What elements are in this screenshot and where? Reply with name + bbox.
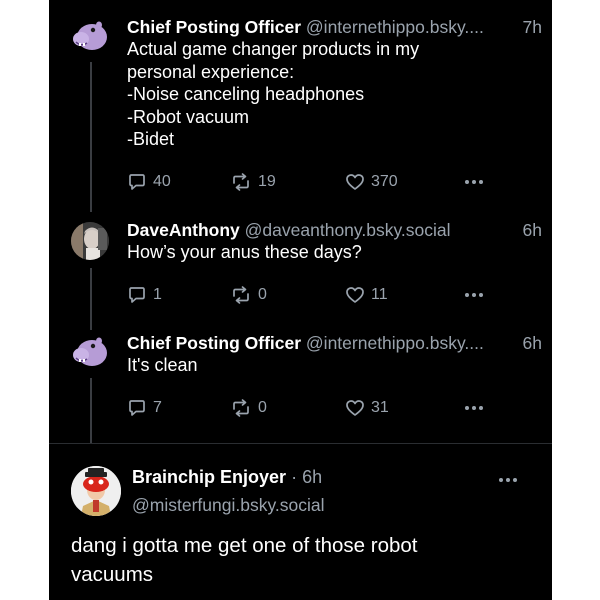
separator-dot: · [291,467,298,487]
post-text: How’s your anus these days? [127,241,527,264]
more-icon-dot [472,180,476,184]
author-handle[interactable]: @misterfungi.bsky.social [132,492,325,518]
more-icon-dot [479,293,483,297]
post-actions: 1 0 11 [127,283,547,307]
post-text-line: -Noise canceling headphones [127,84,365,104]
reply-count: 1 [153,286,162,303]
post-time: 6h [522,333,542,353]
like-icon [346,287,364,303]
post-text-line: vacuums [71,563,154,586]
like-button[interactable]: 370 [345,170,398,194]
reply-icon [129,287,145,303]
avatar[interactable] [71,466,121,516]
reply-icon [129,174,145,190]
reply-count: 7 [153,399,162,416]
author-name[interactable]: Brainchip Enjoyer [132,467,286,487]
repost-count: 0 [258,286,267,303]
more-icon-dot [513,478,517,482]
like-count: 11 [371,286,388,303]
like-icon [346,174,364,190]
author-handle[interactable]: @daveanthony.bsky.social [245,220,451,240]
more-icon-dot [472,293,476,297]
repost-icon [233,286,249,304]
post-text-line: -Robot vacuum [127,106,250,127]
more-icon [465,406,469,410]
author-name[interactable]: Chief Posting Officer [127,17,301,37]
post-text-line: -Bidet [127,129,175,149]
thread-post[interactable]: Chief Posting Officer @internethippo.bsk… [49,330,552,430]
post-header: DaveAnthony @daveanthony.bsky.social 6h [127,217,542,243]
more-icon [465,293,469,297]
post-text: dang i gotta me get one of those robot v… [71,531,531,589]
post-actions: 7 0 31 [127,396,547,420]
like-icon [346,400,364,416]
thread-panel: Chief Posting Officer @internethippo.bsk… [49,0,552,600]
post-text-line: personal experience: [127,61,295,82]
like-count: 31 [371,399,389,416]
like-count: 370 [371,173,398,190]
author-handle[interactable]: @internethippo.bsky.... [306,17,484,37]
post-text: It's clean [127,354,527,377]
reply-button[interactable]: 40 [127,170,171,194]
post-text-line: Actual game changer products in my [127,39,420,59]
focus-post-header: Brainchip Enjoyer · 6h [132,464,322,490]
author-handle[interactable]: @internethippo.bsky.... [306,333,484,353]
thread-post[interactable]: Chief Posting Officer @internethippo.bsk… [49,14,552,204]
avatar[interactable] [71,333,109,371]
reply-count: 40 [153,173,171,190]
post-text-line: It's clean [127,355,198,375]
repost-count: 19 [258,173,276,190]
more-options-button[interactable] [499,468,517,492]
post-text-line: How’s your anus these days? [127,242,362,262]
more-options-button[interactable] [465,396,483,420]
post-time: 6h [522,220,542,240]
more-icon [465,180,469,184]
post-time: 6h [302,467,323,487]
repost-button[interactable]: 0 [230,283,267,307]
repost-icon [233,399,249,417]
repost-icon [233,173,249,191]
post-time: 7h [522,17,542,37]
divider [49,443,552,444]
thread-post[interactable]: DaveAnthony @daveanthony.bsky.social 6h … [49,217,552,317]
reply-icon [129,400,145,416]
repost-count: 0 [258,399,267,416]
repost-button[interactable]: 19 [230,170,276,194]
like-button[interactable]: 11 [345,283,388,307]
more-icon-dot [479,180,483,184]
repost-button[interactable]: 0 [230,396,267,420]
author-name[interactable]: DaveAnthony [127,220,240,240]
reply-button[interactable]: 7 [127,396,162,420]
post-header: Chief Posting Officer @internethippo.bsk… [127,330,542,356]
more-icon [499,478,503,482]
avatar[interactable] [71,222,109,260]
author-name[interactable]: Chief Posting Officer [127,333,301,353]
post-text: Actual game changer products in my perso… [127,38,527,151]
more-options-button[interactable] [465,283,483,307]
reply-button[interactable]: 1 [127,283,162,307]
post-text-line: dang i gotta me get one of those robot [71,534,418,557]
more-options-button[interactable] [465,170,483,194]
more-icon-dot [472,406,476,410]
avatar[interactable] [71,17,109,55]
more-icon-dot [479,406,483,410]
more-icon-dot [506,478,510,482]
like-button[interactable]: 31 [345,396,389,420]
post-header: Chief Posting Officer @internethippo.bsk… [127,14,542,40]
post-actions: 40 19 370 [127,170,547,194]
